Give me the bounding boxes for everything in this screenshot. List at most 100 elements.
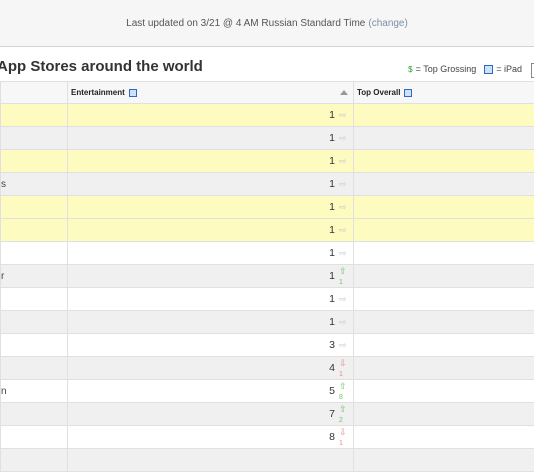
- column-header-top-overall[interactable]: Top Overall: [354, 82, 534, 104]
- table-header-row: Entertainment Top Overall: [1, 82, 534, 104]
- sort-ascending-icon: [340, 90, 348, 95]
- entertainment-rank-cell: 1⇨: [68, 219, 354, 242]
- rank-value: 5: [329, 385, 335, 397]
- rank-value: 3: [329, 339, 335, 351]
- column-header-label: Entertainment: [71, 88, 125, 97]
- table-row[interactable]: s 1 ⇨: [1, 173, 534, 196]
- column-header-entertainment[interactable]: Entertainment: [68, 82, 354, 104]
- top-overall-cell: [354, 449, 534, 472]
- top-overall-cell: [354, 380, 534, 403]
- table-row[interactable]: n 5 ⇧8: [1, 380, 534, 403]
- table-row[interactable]: 1⇨: [1, 104, 534, 127]
- trend-up-icon: ⇧2: [339, 404, 353, 425]
- country-cell: [1, 403, 68, 426]
- table-row[interactable]: 1⇨: [1, 127, 534, 150]
- legend-top-grossing: = Top Grossing: [416, 64, 477, 74]
- country-cell: r: [1, 265, 68, 288]
- top-overall-cell: [354, 265, 534, 288]
- trend-same-icon: ⇨: [339, 294, 353, 305]
- rank-value: 1: [329, 201, 335, 213]
- trend-same-icon: ⇨: [339, 133, 353, 144]
- trend-same-icon: ⇨: [339, 202, 353, 213]
- entertainment-rank-cell: 1⇨: [68, 104, 354, 127]
- table-row[interactable]: 1⇨: [1, 311, 534, 334]
- country-cell: [1, 426, 68, 449]
- section-title: App Stores around the world: [0, 58, 203, 75]
- entertainment-rank-cell: 1⇨: [68, 311, 354, 334]
- rank-change-value: 1: [339, 279, 348, 286]
- rank-value: 1: [329, 132, 335, 144]
- ipad-icon: [404, 89, 412, 97]
- top-overall-cell: [354, 426, 534, 449]
- trend-same-icon: ⇨: [339, 317, 353, 328]
- entertainment-rank-cell: 1⇨: [68, 242, 354, 265]
- country-cell: s: [1, 173, 68, 196]
- entertainment-rank-cell: 5 ⇧8: [68, 380, 354, 403]
- table-row[interactable]: [1, 449, 534, 472]
- rank-change-value: 8: [339, 394, 348, 401]
- column-header-country[interactable]: [1, 82, 68, 104]
- top-grossing-icon: $: [408, 65, 412, 74]
- top-overall-cell: [354, 357, 534, 380]
- top-overall-cell: [354, 288, 534, 311]
- entertainment-rank-cell: 1⇨: [68, 288, 354, 311]
- rank-value: 8: [329, 431, 335, 443]
- change-timezone-link[interactable]: (change): [368, 18, 407, 29]
- trend-up-icon: ⇧8: [339, 381, 353, 402]
- table-row[interactable]: 1⇨: [1, 219, 534, 242]
- rank-value: 1: [329, 178, 335, 190]
- entertainment-rank-cell: 7⇧2: [68, 403, 354, 426]
- country-cell: [1, 127, 68, 150]
- country-cell: n: [1, 380, 68, 403]
- table-row[interactable]: r 1⇧1: [1, 265, 534, 288]
- top-overall-cell: [354, 127, 534, 150]
- entertainment-rank-cell: 3⇨: [68, 334, 354, 357]
- country-cell: [1, 150, 68, 173]
- rank-change-value: 2: [339, 417, 348, 424]
- table-row[interactable]: 1⇨: [1, 196, 534, 219]
- top-overall-cell: [354, 219, 534, 242]
- table-row[interactable]: 4⇩1: [1, 357, 534, 380]
- trend-down-icon: ⇩1: [339, 427, 353, 448]
- top-overall-cell: [354, 311, 534, 334]
- ipad-icon: [129, 89, 137, 97]
- rankings-table: Entertainment Top Overall 1⇨1⇨1⇨s1⇨1⇨1⇨1…: [0, 81, 534, 472]
- top-overall-cell: [354, 173, 534, 196]
- table-row[interactable]: 1⇨: [1, 242, 534, 265]
- column-header-label: Top Overall: [357, 88, 400, 97]
- top-overall-cell: [354, 403, 534, 426]
- top-overall-cell: [354, 242, 534, 265]
- country-cell: [1, 449, 68, 472]
- rank-value: 1: [329, 155, 335, 167]
- rank-value: 1: [329, 109, 335, 121]
- trend-same-icon: ⇨: [339, 110, 353, 121]
- country-cell: [1, 288, 68, 311]
- entertainment-rank-cell: 1⇨: [68, 127, 354, 150]
- ipad-icon: [484, 65, 493, 74]
- table-row[interactable]: 8 ⇩1: [1, 426, 534, 449]
- table-row[interactable]: 3⇨: [1, 334, 534, 357]
- table-row[interactable]: 7⇧2: [1, 403, 534, 426]
- country-cell: [1, 196, 68, 219]
- trend-same-icon: ⇨: [339, 225, 353, 236]
- country-cell: [1, 104, 68, 127]
- entertainment-rank-cell: 8 ⇩1: [68, 426, 354, 449]
- rank-value: 1: [329, 224, 335, 236]
- entertainment-rank-cell: 4⇩1: [68, 357, 354, 380]
- rank-change-value: 1: [339, 371, 348, 378]
- entertainment-rank-cell: 1⇨: [68, 150, 354, 173]
- top-overall-cell: [354, 150, 534, 173]
- update-bar: Last updated on 3/21 @ 4 AM Russian Stan…: [0, 0, 534, 47]
- entertainment-rank-cell: [68, 449, 354, 472]
- country-name: s: [1, 179, 6, 190]
- last-updated-text: Last updated on 3/21 @ 4 AM Russian Stan…: [126, 18, 365, 29]
- rank-value: 1: [329, 293, 335, 305]
- trend-same-icon: ⇨: [339, 179, 353, 190]
- trend-up-icon: ⇧1: [339, 266, 353, 287]
- legend: $ = Top Grossing = iPad: [408, 64, 522, 74]
- table-row[interactable]: 1⇨: [1, 150, 534, 173]
- table-row[interactable]: 1⇨: [1, 288, 534, 311]
- entertainment-rank-cell: 1⇨: [68, 196, 354, 219]
- rank-value: 1: [329, 247, 335, 259]
- country-cell: [1, 334, 68, 357]
